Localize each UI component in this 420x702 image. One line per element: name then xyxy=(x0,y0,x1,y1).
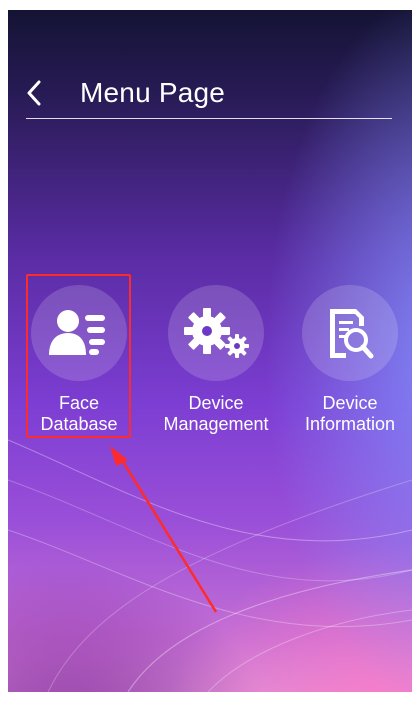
red-arrow-icon xyxy=(110,446,218,613)
